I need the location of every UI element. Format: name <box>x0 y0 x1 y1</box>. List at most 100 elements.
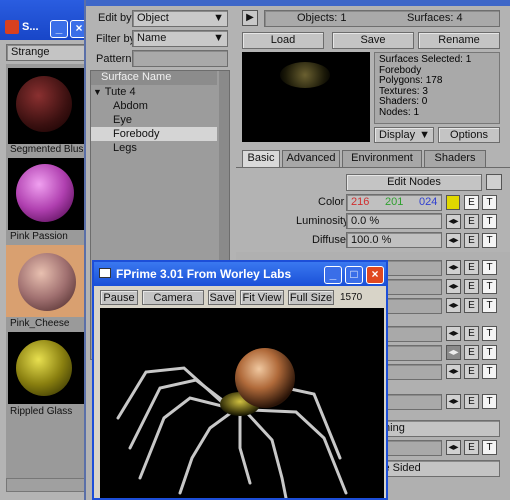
color-r[interactable]: 216 <box>351 195 369 210</box>
fprime-title: FPrime 3.01 From Worley Labs <box>116 267 292 281</box>
spinner-arrows-icon[interactable]: ◂▸ <box>446 260 461 275</box>
pattern-input[interactable] <box>132 50 228 67</box>
envelope-button[interactable]: E <box>464 326 479 341</box>
display-dropdown[interactable]: Display ▼ <box>374 127 434 143</box>
envelope-button[interactable]: E <box>464 279 479 294</box>
texture-button[interactable]: T <box>482 345 497 360</box>
tab-shaders[interactable]: Shaders <box>424 150 486 167</box>
surface-list-header[interactable]: Surface Name <box>91 71 217 85</box>
preset-shelf-window: S... _ × Strange Segmented Blus Pink Pas… <box>0 0 92 500</box>
preset-label: Rippled Glass <box>10 406 73 417</box>
preset-thumb-selected[interactable] <box>6 245 86 317</box>
spinner-arrows-icon[interactable]: ◂▸ <box>446 279 461 294</box>
texture-button[interactable]: T <box>482 214 497 229</box>
texture-button[interactable]: T <box>482 298 497 313</box>
rename-button[interactable]: Rename <box>418 32 500 49</box>
fprime-titlebar[interactable]: FPrime 3.01 From Worley Labs _ □ × <box>94 262 386 286</box>
fit-view-button[interactable]: Fit View <box>240 290 284 305</box>
camera-dropdown[interactable]: Camera <box>142 290 204 305</box>
spinner-arrows-icon[interactable]: ◂▸ <box>446 364 461 379</box>
preset-label: Pink_Cheese <box>10 318 70 329</box>
spinner-arrows-icon[interactable]: ◂▸ <box>446 214 461 229</box>
preview-blob <box>280 62 330 88</box>
envelope-button[interactable]: E <box>464 440 479 455</box>
color-swatch[interactable] <box>446 195 460 210</box>
options-button[interactable]: Options <box>438 127 500 143</box>
preset-thumb[interactable] <box>8 332 84 404</box>
preset-library-dropdown[interactable]: Strange <box>6 44 88 61</box>
diffuse-input[interactable]: 100.0 % <box>346 232 442 248</box>
spinner-arrows-icon[interactable]: ◂▸ <box>446 233 461 248</box>
sphere-preview <box>16 164 74 222</box>
color-b[interactable]: 024 <box>419 195 437 210</box>
tab-environment[interactable]: Environment <box>342 150 422 167</box>
tree-item-selected[interactable]: Forebody <box>91 127 217 141</box>
full-size-button[interactable]: Full Size <box>288 290 334 305</box>
spinner-arrows-icon[interactable]: ◂▸ <box>446 345 461 360</box>
texture-button[interactable]: T <box>482 260 497 275</box>
spinner-arrows-icon[interactable]: ◂▸ <box>446 298 461 313</box>
edit-by-dropdown[interactable]: Object ▼ <box>132 10 228 27</box>
texture-button[interactable]: T <box>482 326 497 341</box>
texture-button[interactable]: T <box>482 279 497 294</box>
info-line: Nodes: 1 <box>379 106 420 118</box>
pause-button[interactable]: Pause <box>100 290 138 305</box>
load-button[interactable]: Load <box>242 32 324 49</box>
tab-advanced[interactable]: Advanced <box>282 150 340 167</box>
envelope-button[interactable]: E <box>464 364 479 379</box>
render-viewport[interactable] <box>100 308 384 498</box>
minimize-button[interactable]: _ <box>324 266 342 284</box>
texture-button[interactable]: T <box>482 233 497 248</box>
texture-button[interactable]: T <box>482 440 497 455</box>
close-button[interactable]: × <box>366 266 384 284</box>
luminosity-input[interactable]: 0.0 % <box>346 213 442 229</box>
envelope-button[interactable]: E <box>464 345 479 360</box>
preset-list: Segmented Blus Pink Passion Pink_Cheese … <box>6 64 86 490</box>
texture-button[interactable]: T <box>482 195 497 210</box>
surface-preview[interactable] <box>242 52 370 142</box>
object-surface-counter: Objects: 1 Surfaces: 4 <box>264 10 500 27</box>
double-sided-toggle[interactable]: le Sided <box>376 460 500 477</box>
edit-by-label: Edit by <box>98 12 132 24</box>
smoothing-field[interactable]: thing <box>376 420 500 437</box>
preset-thumb[interactable] <box>8 158 84 230</box>
caret-down-icon: ▼ <box>93 87 102 97</box>
spinner-arrows-icon[interactable]: ◂▸ <box>446 440 461 455</box>
minimize-button[interactable]: _ <box>50 20 68 38</box>
color-g[interactable]: 201 <box>385 195 403 210</box>
spider-render <box>116 348 348 498</box>
info-line: Shaders: 0 <box>379 96 428 107</box>
pattern-label: Pattern <box>96 53 132 65</box>
save-button[interactable]: Save <box>332 32 414 49</box>
edit-nodes-button[interactable]: Edit Nodes <box>346 174 482 191</box>
texture-button[interactable]: T <box>482 394 497 409</box>
preset-status-bar <box>6 478 86 492</box>
envelope-button[interactable]: E <box>464 260 479 275</box>
envelope-button[interactable]: E <box>464 298 479 313</box>
spinner-arrows-icon[interactable]: ◂▸ <box>446 326 461 341</box>
sphere-preview <box>16 340 72 396</box>
diffuse-label: Diffuse <box>312 234 347 246</box>
filter-by-dropdown[interactable]: Name ▼ <box>132 30 228 47</box>
play-icon[interactable]: ▶ <box>242 10 258 26</box>
tab-basic[interactable]: Basic <box>242 150 280 167</box>
sphere-preview <box>16 76 72 132</box>
chevron-down-icon: ▼ <box>419 129 430 141</box>
spinner-arrows-icon[interactable]: ◂▸ <box>446 394 461 409</box>
envelope-button[interactable]: E <box>464 195 479 210</box>
node-toggle[interactable] <box>486 174 502 190</box>
envelope-button[interactable]: E <box>464 214 479 229</box>
preset-thumb[interactable] <box>8 68 84 144</box>
maximize-button[interactable]: □ <box>345 266 363 284</box>
save-image-button[interactable]: Save <box>208 290 236 305</box>
app-icon <box>5 20 19 34</box>
color-values[interactable]: 216 201 024 <box>346 194 442 211</box>
surface-info-panel: Surfaces Selected: 1 Forebody Polygons: … <box>374 52 500 124</box>
pass-counter: 1570 <box>340 292 363 303</box>
info-line: Polygons: 178 <box>379 75 443 86</box>
chevron-down-icon: ▼ <box>213 32 224 44</box>
envelope-button[interactable]: E <box>464 394 479 409</box>
envelope-button[interactable]: E <box>464 233 479 248</box>
texture-button[interactable]: T <box>482 364 497 379</box>
fprime-window: FPrime 3.01 From Worley Labs _ □ × Pause… <box>92 260 388 500</box>
